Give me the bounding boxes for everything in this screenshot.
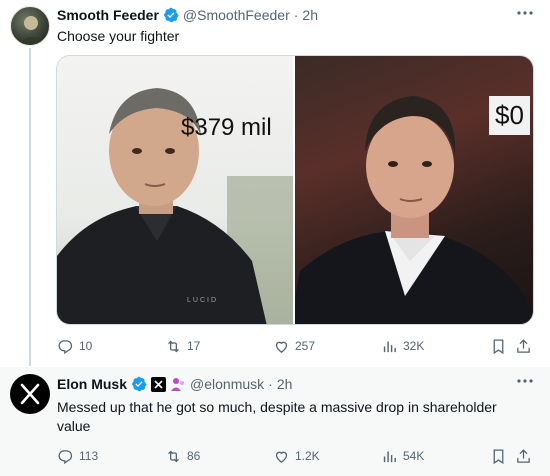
display-name[interactable]: Smooth Feeder: [57, 7, 159, 23]
tweet-header: Elon Musk @elonmusk · 2h: [57, 374, 292, 394]
like-button[interactable]: 1.2K: [273, 446, 320, 466]
timestamp[interactable]: 2h: [302, 7, 318, 23]
salary-caption-left: $379 mil: [181, 114, 272, 141]
repost-icon: [168, 340, 179, 352]
separator-dot: ·: [293, 7, 299, 23]
media-image-left[interactable]: LUCID $379 mil: [57, 56, 293, 324]
reply-icon: [58, 339, 73, 354]
like-button[interactable]: 257: [273, 336, 315, 356]
repost-count: 86: [187, 449, 201, 463]
x-logo-icon: [20, 383, 40, 405]
repost-icon: [168, 450, 179, 462]
display-name[interactable]: Elon Musk: [57, 376, 127, 392]
tweet-original[interactable]: Smooth Feeder @SmoothFeeder · 2h Choose …: [0, 0, 550, 367]
media-grid[interactable]: LUCID $379 mil $0: [56, 55, 534, 325]
share-button[interactable]: [515, 336, 537, 356]
share-icon: [517, 338, 530, 353]
salary-caption-right: $0: [489, 96, 530, 135]
views-chart-icon: [383, 341, 396, 352]
share-icon: [517, 448, 530, 463]
reply-icon: [58, 449, 73, 464]
repost-button[interactable]: 17: [165, 336, 200, 356]
x-affiliation-icon: [151, 376, 167, 392]
view-count: 32K: [403, 339, 425, 353]
views-button[interactable]: 32K: [381, 336, 424, 356]
heart-icon: [275, 451, 288, 463]
avatar-smooth-feeder[interactable]: [10, 6, 50, 46]
reply-button[interactable]: 10: [57, 336, 92, 356]
bookmark-button[interactable]: [490, 336, 512, 356]
tweet-actions: 113 86 1.2K 54K: [57, 446, 535, 466]
bookmark-icon: [493, 448, 504, 464]
avatar-x-logo[interactable]: [10, 374, 50, 414]
timestamp[interactable]: 2h: [277, 376, 293, 392]
tweet-text: Choose your fighter: [57, 28, 180, 44]
more-options-button[interactable]: [516, 372, 534, 395]
more-dots-icon: [517, 379, 533, 383]
avatar-image: [19, 16, 43, 45]
view-count: 54K: [403, 449, 425, 463]
separator-dot: ·: [268, 376, 273, 392]
repost-count: 17: [187, 339, 201, 353]
reply-count: 113: [79, 449, 99, 463]
portrait-older-man: LUCID: [57, 88, 293, 324]
handle[interactable]: @elonmusk: [190, 376, 264, 392]
tweet-actions: 10 17 257 32K: [57, 336, 535, 356]
tweet-text: Messed up that he got so much, despite a…: [57, 399, 497, 434]
views-button[interactable]: 54K: [381, 446, 424, 466]
bookmark-icon: [493, 338, 504, 354]
tweet-header: Smooth Feeder @SmoothFeeder · 2h: [57, 5, 318, 25]
svg-text:LUCID: LUCID: [187, 297, 218, 304]
like-count: 257: [295, 339, 316, 353]
affiliate-person-icon: [171, 378, 185, 391]
bookmark-button[interactable]: [490, 446, 512, 466]
thread-connector-line: [29, 48, 31, 366]
more-options-button[interactable]: [516, 4, 534, 27]
heart-icon: [275, 341, 288, 353]
verified-badge-icon: [132, 376, 147, 392]
handle[interactable]: @SmoothFeeder: [183, 7, 290, 23]
like-count: 1.2K: [295, 449, 320, 463]
reply-button[interactable]: 113: [57, 446, 98, 466]
verified-badge-icon: [164, 7, 179, 23]
repost-button[interactable]: 86: [165, 446, 200, 466]
views-chart-icon: [383, 451, 396, 462]
reply-count: 10: [79, 339, 93, 353]
media-image-right[interactable]: $0: [295, 56, 533, 324]
share-button[interactable]: [515, 446, 537, 466]
more-dots-icon: [517, 11, 533, 15]
